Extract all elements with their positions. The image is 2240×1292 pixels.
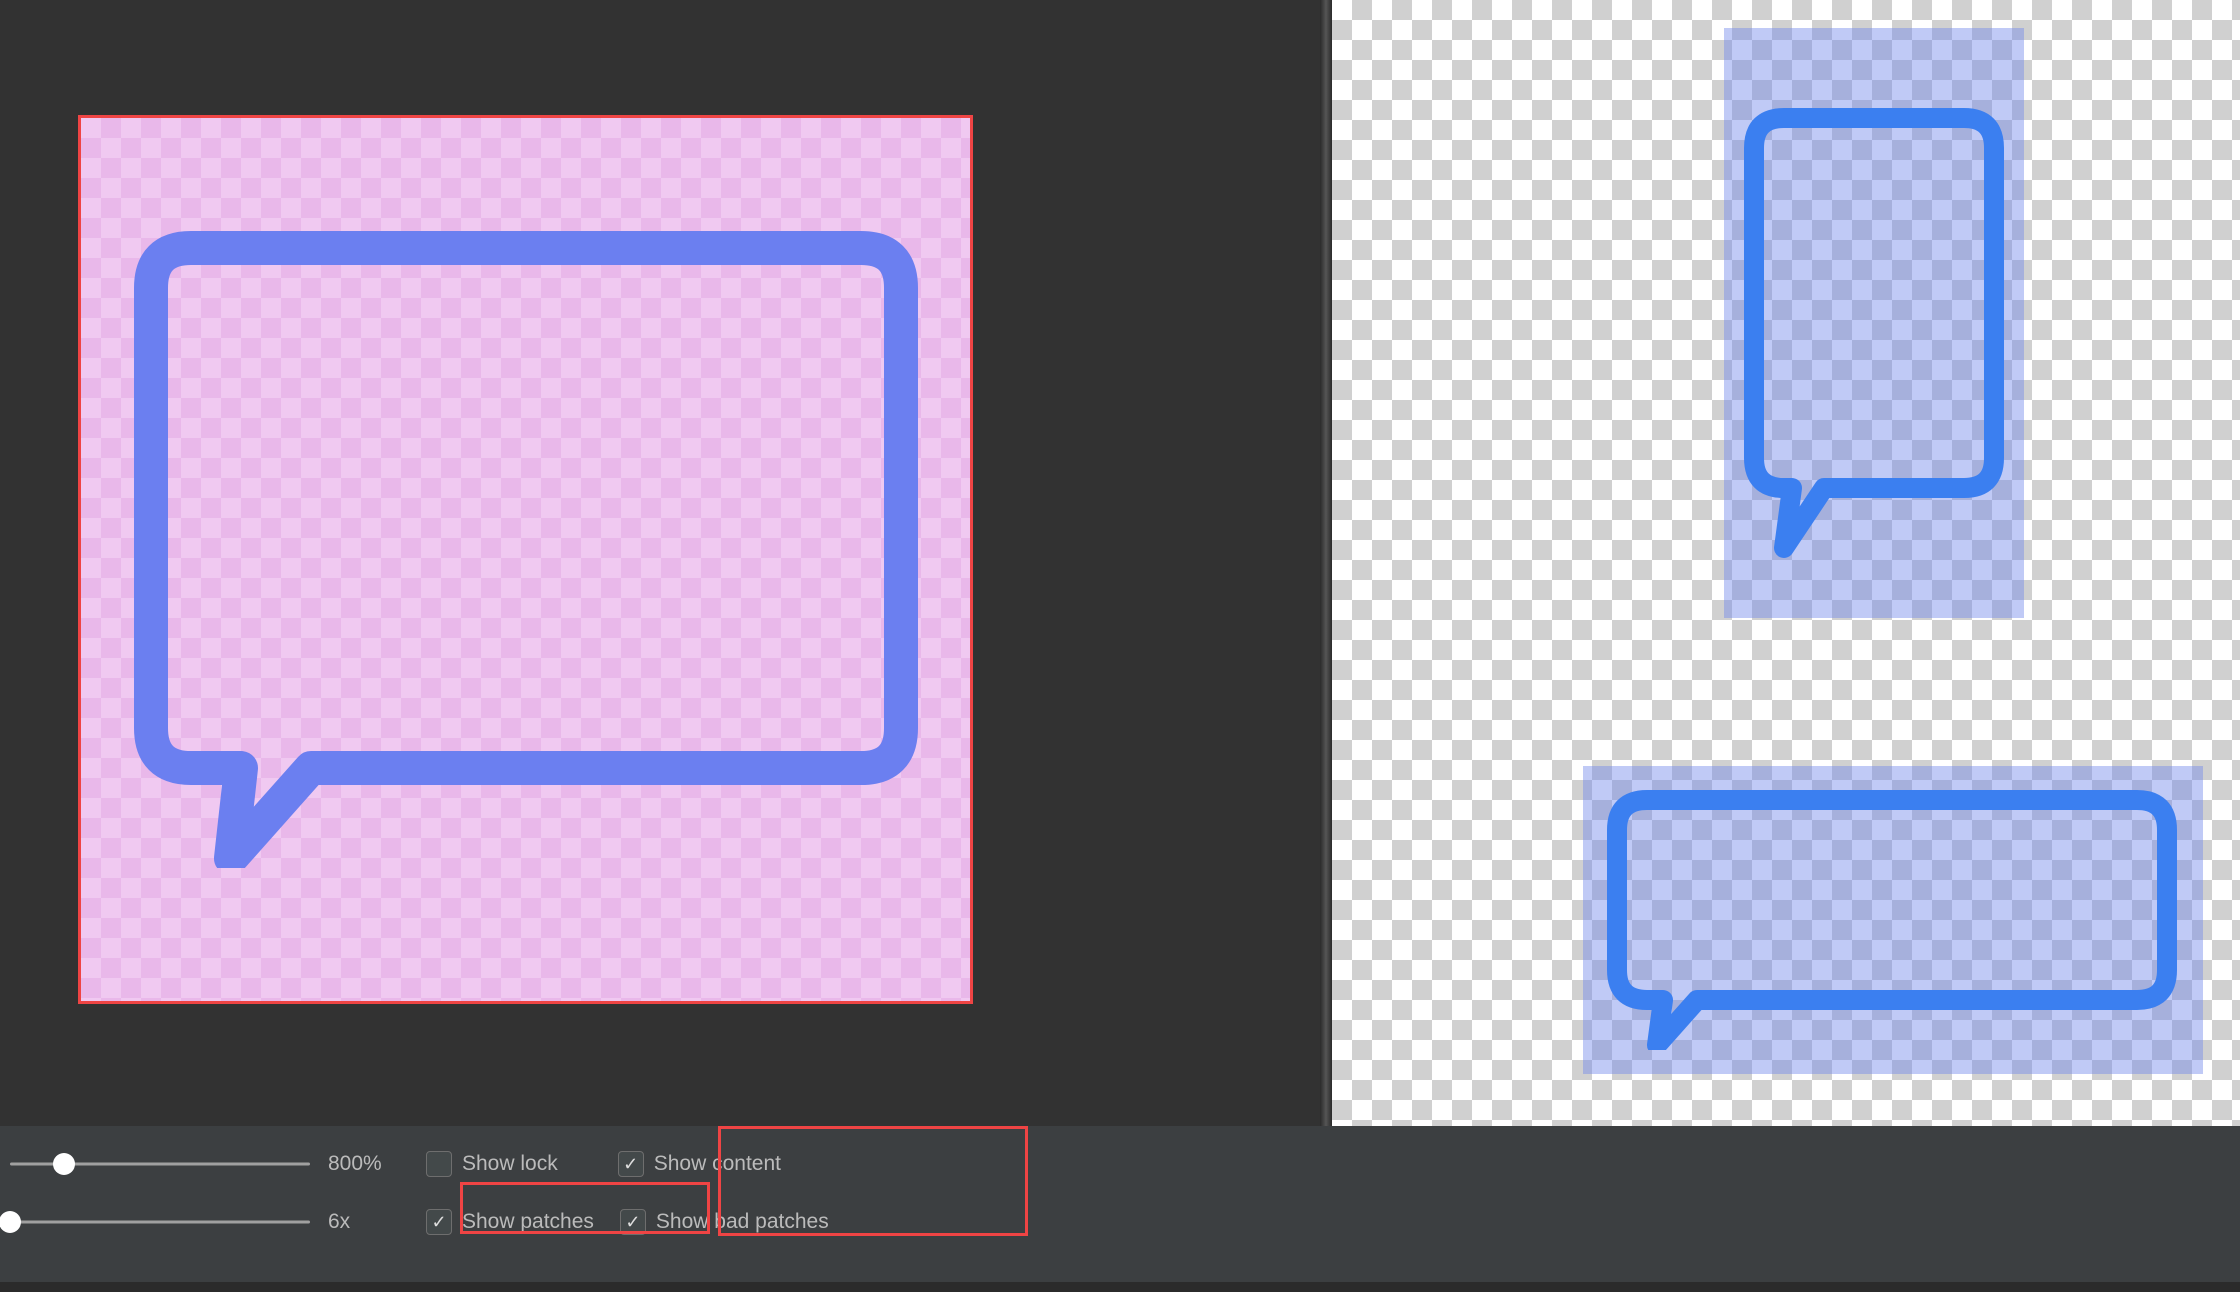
checkbox-box [620,1209,646,1235]
preview-shape-vertical [1724,28,2024,618]
scale-slider[interactable] [10,1212,310,1232]
source-canvas-panel [0,0,1320,1126]
speech-bubble-icon [131,228,921,868]
checkbox-label: Show content [654,1152,781,1176]
scale-value: 6x [328,1210,408,1234]
source-canvas[interactable] [78,115,973,1004]
control-bar: 800% Show lock Show content 6x Show patc… [0,1126,2240,1246]
zoom-value: 800% [328,1152,408,1176]
slider-track [10,1221,310,1224]
zoom-slider[interactable] [10,1154,310,1174]
checkbox-box [618,1151,644,1177]
checkbox-label: Show lock [462,1152,558,1176]
speech-bubble-icon [1744,108,2004,568]
show-bad-patches-checkbox[interactable]: Show bad patches [620,1209,829,1235]
checkbox-box [426,1151,452,1177]
panel-splitter[interactable] [1320,0,1332,1126]
checkbox-label: Show patches [462,1210,594,1234]
show-patches-checkbox[interactable]: Show patches [426,1209,594,1235]
checkbox-box [426,1209,452,1235]
slider-thumb[interactable] [0,1211,21,1233]
show-lock-checkbox[interactable]: Show lock [426,1151,558,1177]
preview-shape-horizontal [1583,766,2203,1074]
preview-panel[interactable] [1332,0,2240,1126]
show-content-checkbox[interactable]: Show content [618,1151,781,1177]
checkbox-label: Show bad patches [656,1210,829,1234]
speech-bubble-icon [1607,790,2177,1050]
slider-thumb[interactable] [53,1153,75,1175]
footer-divider [0,1282,2240,1292]
